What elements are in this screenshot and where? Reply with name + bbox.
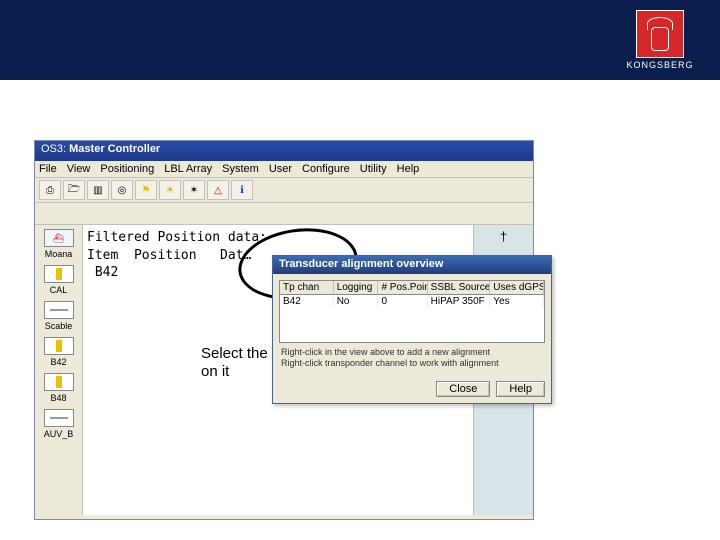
- menu-system[interactable]: System: [222, 163, 259, 175]
- filtered-position-heading: Filtered Position data:: [87, 229, 529, 247]
- help-button[interactable]: Help: [496, 381, 545, 397]
- cell-pos-point: 0: [378, 295, 427, 308]
- info-icon[interactable]: ℹ: [231, 180, 253, 200]
- secondary-toolbar: [35, 203, 533, 225]
- cfg-icon[interactable]: ▥: [87, 180, 109, 200]
- rail-item-label: Moana: [45, 249, 73, 259]
- cell-ssbl-src: HiPAP 350F: [428, 295, 491, 308]
- flag-icon[interactable]: ⚑: [135, 180, 157, 200]
- cell-uses-dgps: Yes: [490, 295, 544, 308]
- dialog-title: Transducer alignment overview: [273, 256, 551, 274]
- gutter-marker-icon: †: [500, 229, 507, 244]
- menu-user[interactable]: User: [269, 163, 292, 175]
- dialog-hints: Right-click in the view above to add a n…: [279, 343, 545, 373]
- rail-item-scable[interactable]: Scable: [37, 301, 80, 331]
- menu-utility[interactable]: Utility: [360, 163, 387, 175]
- brand-text: KONGSBERG: [624, 60, 696, 70]
- alignment-overview-dialog: Transducer alignment overview Tp chan Lo…: [272, 255, 552, 404]
- brand-crest-icon: [636, 10, 684, 58]
- warning-icon[interactable]: △: [207, 180, 229, 200]
- col-uses-dgps: Uses dGPS: [490, 281, 544, 295]
- alignment-grid[interactable]: Tp chan Logging # Pos.Point SSBL Source …: [279, 280, 545, 343]
- rail-item-auv_b[interactable]: AUV_B: [37, 409, 80, 439]
- sun-icon[interactable]: ☀: [159, 180, 181, 200]
- hint-1: Right-click in the view above to add a n…: [281, 347, 543, 358]
- rail-item-label: Scable: [45, 321, 73, 331]
- rail-item-cal[interactable]: CAL: [37, 265, 80, 295]
- col-tp-chan: Tp chan: [280, 281, 334, 295]
- target-icon[interactable]: ◎: [111, 180, 133, 200]
- rail-item-label: B42: [50, 357, 66, 367]
- rail-item-label: CAL: [50, 285, 68, 295]
- grid-row-b42[interactable]: B42 No 0 HiPAP 350F Yes: [280, 295, 544, 308]
- dialog-button-row: Close Help: [273, 377, 551, 403]
- close-button[interactable]: Close: [436, 381, 490, 397]
- menu-file[interactable]: File: [39, 163, 57, 175]
- menu-configure[interactable]: Configure: [302, 163, 350, 175]
- toolbar: ⎙🗁▥◎⚑☀✶△ℹ: [35, 178, 533, 203]
- col-ssbl-src: SSBL Source: [428, 281, 491, 295]
- cell-logging: No: [334, 295, 379, 308]
- menu-help[interactable]: Help: [397, 163, 420, 175]
- cell-tp-chan: B42: [280, 295, 334, 308]
- rail-item-label: AUV_B: [44, 429, 74, 439]
- brand-logo: KONGSBERG: [624, 10, 696, 70]
- rail-item-b48[interactable]: B48: [37, 373, 80, 403]
- rail-item-moana[interactable]: ⛴ Moana: [37, 229, 80, 259]
- col-logging: Logging: [334, 281, 379, 295]
- gear-icon[interactable]: ✶: [183, 180, 205, 200]
- menubar: File View Positioning LBL Array System U…: [35, 161, 533, 178]
- title-text: Master Controller: [69, 143, 160, 155]
- col-pos-point: # Pos.Point: [378, 281, 427, 295]
- brand-banner: KONGSBERG: [0, 0, 720, 80]
- print-icon[interactable]: ⎙: [39, 180, 61, 200]
- bar-icon: [44, 337, 74, 355]
- rail-item-b42[interactable]: B42: [37, 337, 80, 367]
- dialog-body: Tp chan Logging # Pos.Point SSBL Source …: [273, 274, 551, 377]
- menu-positioning[interactable]: Positioning: [100, 163, 154, 175]
- titlebar: OS3: Master Controller: [35, 141, 533, 161]
- menu-view[interactable]: View: [67, 163, 91, 175]
- menu-lbl-array[interactable]: LBL Array: [164, 163, 212, 175]
- grid-empty-area[interactable]: [280, 308, 544, 342]
- dash-icon: [44, 301, 74, 319]
- bar-icon: [44, 265, 74, 283]
- rail-item-label: B48: [50, 393, 66, 403]
- title-prefix: OS3:: [41, 143, 66, 155]
- item-rail: ⛴ Moana CAL Scable B42 B48 AUV_B: [35, 225, 83, 515]
- grid-header: Tp chan Logging # Pos.Point SSBL Source …: [280, 281, 544, 295]
- ship-icon: ⛴: [44, 229, 74, 247]
- dash-icon: [44, 409, 74, 427]
- open-icon[interactable]: 🗁: [63, 180, 85, 200]
- hint-2: Right-click transponder channel to work …: [281, 358, 543, 369]
- bar-icon: [44, 373, 74, 391]
